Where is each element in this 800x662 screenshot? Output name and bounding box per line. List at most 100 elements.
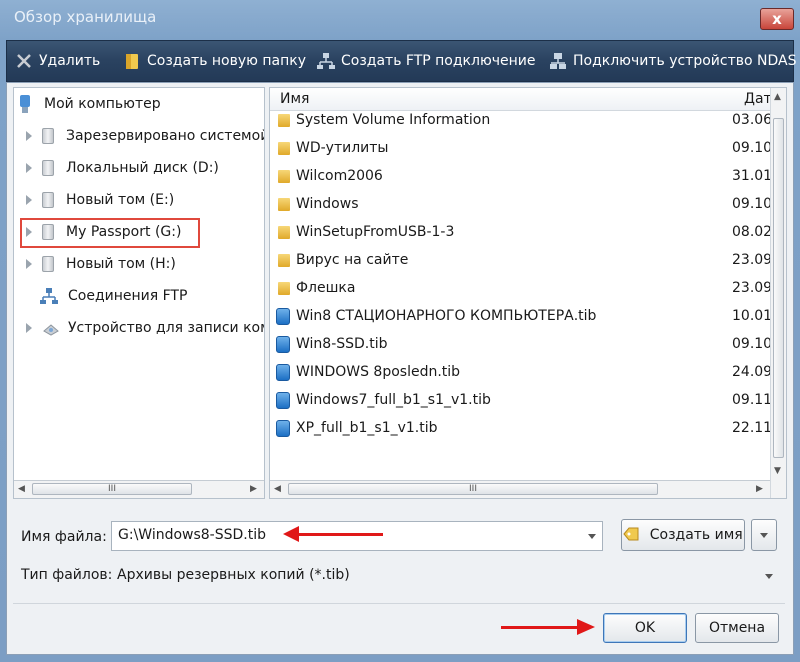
connect-ndas-button[interactable]: Подключить устройство NDAS (549, 49, 796, 73)
expand-arrow-icon[interactable] (26, 195, 32, 205)
folder-icon (278, 198, 290, 211)
scroll-thumb[interactable]: III (288, 483, 658, 495)
tree-item-label: Мой компьютер (44, 96, 161, 112)
backup-file-icon (276, 364, 290, 381)
scroll-up-icon[interactable]: ▲ (774, 92, 781, 102)
file-name: Windows7_full_b1_s1_v1.tib (296, 392, 491, 408)
expand-arrow-icon[interactable] (26, 163, 32, 173)
drive-icon (42, 256, 54, 272)
scroll-left-icon[interactable]: ◀ (18, 484, 25, 494)
file-name: WD-утилиты (296, 140, 389, 156)
file-date: 09.10 (732, 140, 773, 156)
tree-item-drive-e[interactable]: Новый том (E:) (26, 188, 174, 212)
tree-item-reserved[interactable]: Зарезервировано системой (26, 124, 264, 148)
file-date: 09.11 (732, 392, 773, 408)
annotation-arrow-head (577, 619, 595, 635)
file-date: 08.02 (732, 224, 773, 240)
delete-icon (15, 52, 33, 70)
file-row[interactable]: Вирус на сайте 23.09 (270, 246, 772, 274)
connect-ndas-label: Подключить устройство NDAS (573, 53, 797, 69)
create-name-button[interactable]: Создать имя (621, 519, 745, 551)
expand-arrow-icon[interactable] (26, 323, 32, 333)
scroll-down-icon[interactable]: ▼ (774, 466, 781, 476)
create-name-label: Создать имя (649, 527, 743, 543)
close-button[interactable]: x (760, 8, 794, 30)
new-folder-button[interactable]: Создать новую папку (123, 49, 306, 73)
file-row[interactable]: Win8 СТАЦИОНАРНОГО КОМПЬЮТЕРА.tib 10.01 (270, 302, 772, 330)
tree-item-label: Локальный диск (D:) (66, 160, 219, 176)
tree-item-label: Новый том (H:) (66, 256, 176, 272)
annotation-arrow-head (283, 526, 299, 542)
network-device-icon (549, 52, 567, 70)
chevron-down-icon (760, 533, 768, 538)
annotation-arrow-shaft (501, 626, 579, 629)
cancel-button[interactable]: Отмена (695, 613, 779, 643)
chevron-down-icon[interactable] (765, 574, 773, 579)
tree-item-drive-h[interactable]: Новый том (H:) (26, 252, 176, 276)
file-name: Флешка (296, 280, 356, 296)
expand-arrow-icon[interactable] (26, 131, 32, 141)
tree-item-drive-d[interactable]: Локальный диск (D:) (26, 156, 219, 180)
cd-drive-icon (42, 319, 60, 337)
chevron-down-icon[interactable] (588, 534, 596, 539)
filename-input[interactable]: G:\Windows8-SSD.tib (111, 521, 603, 551)
tag-icon (623, 522, 639, 541)
create-name-dropdown-button[interactable] (751, 519, 777, 551)
file-row[interactable]: Windows 09.10 (270, 190, 773, 218)
tree-item-cd-writer[interactable]: Устройство для записи компакт-дисков (26, 316, 264, 340)
scroll-right-icon[interactable]: ▶ (250, 484, 257, 494)
file-name: WINDOWS 8posledn.tib (296, 364, 461, 380)
file-row[interactable]: XP_full_b1_s1_v1.tib 22.11 (270, 414, 772, 442)
storage-browse-dialog: Обзор хранилища x Удалить Создать новую … (0, 0, 800, 662)
tree-item-ftp-connections[interactable]: Соединения FTP (40, 284, 187, 308)
divider (13, 603, 785, 604)
filetype-select[interactable]: Архивы резервных копий (*.tib) (117, 567, 777, 587)
scroll-thumb[interactable]: III (32, 483, 192, 495)
tree-item-label: Устройство для записи компакт-дисков (68, 320, 264, 336)
create-ftp-label: Создать FTP подключение (341, 53, 536, 69)
file-row[interactable]: Wilcom2006 31.01 (270, 162, 772, 190)
window-title: Обзор хранилища (14, 8, 157, 26)
file-row[interactable]: Win8-SSD.tib 09.10 (270, 330, 773, 358)
drive-icon (42, 160, 54, 176)
delete-button[interactable]: Удалить (15, 49, 100, 73)
folder-icon (278, 254, 290, 267)
file-row[interactable]: Флешка 23.09 (270, 274, 773, 302)
toolbar: Удалить Создать новую папку Создать FTP … (6, 40, 796, 82)
computer-icon (18, 95, 32, 113)
file-date: 23.09 (732, 280, 773, 296)
ok-button[interactable]: OK (603, 613, 687, 643)
scroll-thumb[interactable] (773, 118, 784, 458)
create-ftp-button[interactable]: Создать FTP подключение (317, 49, 536, 73)
backup-file-icon (276, 308, 290, 325)
file-date: 09.10 (732, 196, 773, 212)
backup-file-icon (276, 392, 290, 409)
drive-icon (42, 192, 54, 208)
delete-label: Удалить (39, 53, 101, 69)
tree-item-label: Новый том (E:) (66, 192, 175, 208)
new-folder-label: Создать новую папку (147, 53, 307, 69)
scroll-right-icon[interactable]: ▶ (756, 484, 763, 494)
file-row[interactable]: WD-утилиты 09.10 (270, 134, 773, 162)
column-header-name[interactable]: Имя (280, 91, 309, 107)
tree-item-my-computer[interactable]: Мой компьютер (18, 92, 161, 116)
folder-icon (278, 226, 290, 239)
drive-icon (42, 128, 54, 144)
scroll-grip: III (469, 484, 477, 494)
scroll-left-icon[interactable]: ◀ (274, 484, 281, 494)
file-date: 09.10 (732, 336, 773, 352)
file-list-horizontal-scrollbar[interactable]: ◀ III ▶ (270, 480, 770, 498)
filename-value: G:\Windows8-SSD.tib (118, 527, 267, 543)
filetype-label: Тип файлов: (21, 567, 113, 583)
file-row[interactable]: Windows7_full_b1_s1_v1.tib 09.11 (270, 386, 773, 414)
file-list-vertical-scrollbar[interactable]: ▲ ▼ (770, 88, 786, 498)
file-name: Вирус на сайте (296, 252, 409, 268)
file-row[interactable]: WINDOWS 8posledn.tib 24.09 (270, 358, 772, 386)
tree-horizontal-scrollbar[interactable]: ◀ III ▶ (14, 480, 264, 498)
expand-arrow-icon[interactable] (26, 259, 32, 269)
file-row[interactable]: WinSetupFromUSB-1-3 08.02 (270, 218, 773, 246)
folder-icon (278, 114, 290, 127)
folder-icon (278, 142, 290, 155)
file-row[interactable]: System Volume Information 03.06 (270, 106, 772, 134)
file-name: System Volume Information (296, 112, 491, 128)
